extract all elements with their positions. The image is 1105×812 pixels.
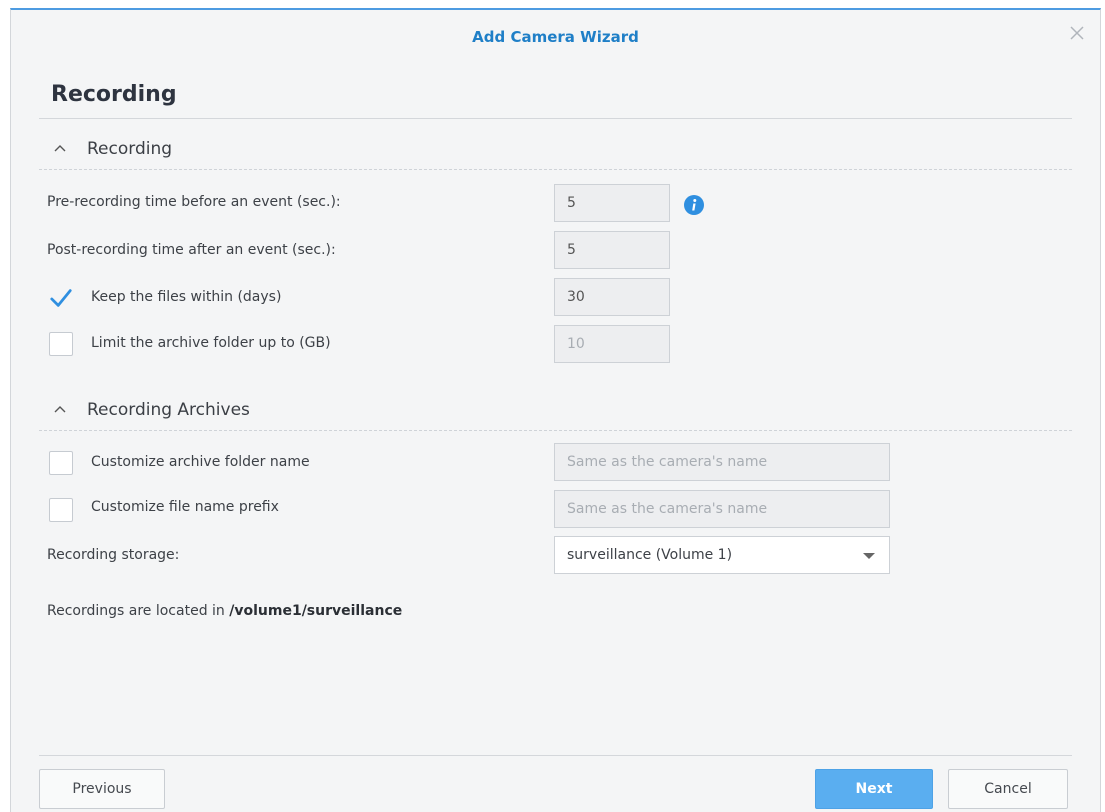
note-path: /volume1/surveillance [229, 603, 403, 619]
note-prefix: Recordings are located in [47, 603, 225, 619]
chevron-up-icon [54, 406, 66, 413]
recordings-location-note: Recordings are located in /volume1/surve… [47, 603, 402, 619]
info-icon[interactable] [683, 194, 705, 216]
keep-files-input[interactable]: 30 [554, 278, 670, 316]
section-archives-header[interactable]: Recording Archives [39, 394, 1072, 431]
title-divider [39, 118, 1072, 119]
limit-archive-checkbox[interactable] [49, 332, 73, 356]
custom-folder-checkbox[interactable] [49, 451, 73, 475]
recording-storage-value: surveillance (Volume 1) [567, 547, 733, 563]
post-recording-label: Post-recording time after an event (sec.… [47, 242, 336, 258]
pre-recording-label: Pre-recording time before an event (sec.… [47, 194, 341, 210]
keep-files-label: Keep the files within (days) [91, 289, 282, 305]
section-archives-label: Recording Archives [87, 400, 250, 420]
custom-folder-input[interactable]: Same as the camera's name [554, 443, 890, 481]
pre-recording-input[interactable]: 5 [554, 184, 670, 222]
close-icon[interactable] [1068, 24, 1086, 42]
custom-prefix-label: Customize file name prefix [91, 499, 279, 515]
add-camera-wizard-dialog: Add Camera Wizard Recording Recording Pr… [10, 8, 1101, 812]
recording-storage-label: Recording storage: [47, 547, 180, 563]
chevron-up-icon [54, 145, 66, 152]
cancel-button[interactable]: Cancel [948, 769, 1068, 809]
limit-archive-label: Limit the archive folder up to (GB) [91, 335, 331, 351]
custom-prefix-input[interactable]: Same as the camera's name [554, 490, 890, 528]
custom-folder-label: Customize archive folder name [91, 454, 310, 470]
page-title: Recording [51, 82, 177, 107]
footer-divider [39, 755, 1072, 756]
post-recording-input[interactable]: 5 [554, 231, 670, 269]
previous-button[interactable]: Previous [39, 769, 165, 809]
next-button[interactable]: Next [815, 769, 933, 809]
section-recording-header[interactable]: Recording [39, 133, 1072, 170]
section-recording-label: Recording [87, 139, 173, 159]
caret-down-icon [863, 553, 875, 559]
window-title: Add Camera Wizard [472, 28, 639, 46]
recording-storage-select[interactable]: surveillance (Volume 1) [554, 536, 890, 574]
limit-archive-input[interactable]: 10 [554, 325, 670, 363]
keep-files-checkbox[interactable] [49, 286, 73, 310]
custom-prefix-checkbox[interactable] [49, 498, 73, 522]
